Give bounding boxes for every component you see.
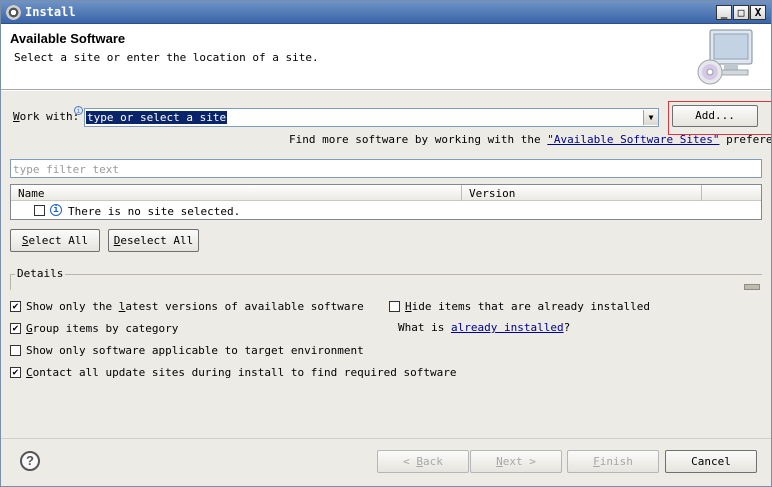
info-icon: i xyxy=(74,106,83,115)
title-bar[interactable]: Install _ □ X xyxy=(0,0,772,24)
work-with-label: Work with: xyxy=(13,110,80,123)
back-button[interactable]: < Back xyxy=(377,450,469,473)
work-with-input[interactable]: type or select a site xyxy=(86,111,228,124)
finish-button[interactable]: Finish xyxy=(567,450,659,473)
dropdown-arrow-icon[interactable]: ▼ xyxy=(643,110,658,125)
eclipse-icon xyxy=(6,5,21,20)
dialog-footer: ? < Back Next > Finish Cancel xyxy=(1,438,771,486)
software-table[interactable]: Name Version i There is no site selected… xyxy=(10,184,762,220)
close-button[interactable]: X xyxy=(750,5,766,20)
target-environment-label: Show only software applicable to target … xyxy=(26,344,364,357)
filter-input[interactable]: type filter text xyxy=(10,159,762,178)
minimize-button[interactable]: _ xyxy=(716,5,732,20)
row-checkbox[interactable] xyxy=(34,205,45,216)
what-is-suffix: ? xyxy=(563,321,571,334)
available-software-sites-link[interactable]: "Available Software Sites" xyxy=(547,133,719,146)
find-more-prefix: Find more software by working with the xyxy=(289,133,541,146)
main-panel: Work with: i type or select a site ▼ Add… xyxy=(1,91,772,438)
cancel-button[interactable]: Cancel xyxy=(665,450,757,473)
hide-installed-checkbox[interactable] xyxy=(389,301,400,312)
help-icon[interactable]: ? xyxy=(20,451,40,471)
select-all-button[interactable]: Select All xyxy=(10,229,100,252)
page-title: Available Software xyxy=(10,31,126,46)
latest-versions-checkbox[interactable]: ✔ xyxy=(10,301,21,312)
find-more-suffix: preferences. xyxy=(726,133,772,146)
maximize-button[interactable]: □ xyxy=(733,5,749,20)
filter-placeholder: type filter text xyxy=(13,163,119,176)
column-header-name[interactable]: Name xyxy=(11,185,462,201)
contact-sites-checkbox[interactable]: ✔ xyxy=(10,367,21,378)
row-name: There is no site selected. xyxy=(68,205,241,218)
page-description: Select a site or enter the location of a… xyxy=(14,51,319,64)
add-button[interactable]: Add... xyxy=(672,105,758,127)
column-header-version[interactable]: Version xyxy=(463,185,702,201)
details-group xyxy=(10,274,762,290)
table-row[interactable]: i There is no site selected. xyxy=(11,202,761,219)
info-icon: i xyxy=(50,204,62,216)
details-scroll-thumb[interactable] xyxy=(744,284,760,290)
window-title: Install xyxy=(25,5,76,19)
deselect-all-button[interactable]: Deselect All xyxy=(108,229,199,252)
details-label: Details xyxy=(15,267,66,280)
monitor-cd-icon xyxy=(697,29,753,85)
table-header: Name Version xyxy=(11,185,761,201)
group-category-checkbox[interactable]: ✔ xyxy=(10,323,21,334)
next-button[interactable]: Next > xyxy=(470,450,562,473)
find-more-text: Find more software by working with the "… xyxy=(289,133,772,146)
work-with-combo[interactable]: type or select a site ▼ xyxy=(84,108,659,127)
header-banner: Available Software Select a site or ente… xyxy=(1,24,771,90)
what-is-installed-text: What is already installed? xyxy=(398,321,570,334)
already-installed-link[interactable]: already installed xyxy=(451,321,564,334)
target-environment-checkbox[interactable] xyxy=(10,345,21,356)
what-is-prefix: What is xyxy=(398,321,445,334)
